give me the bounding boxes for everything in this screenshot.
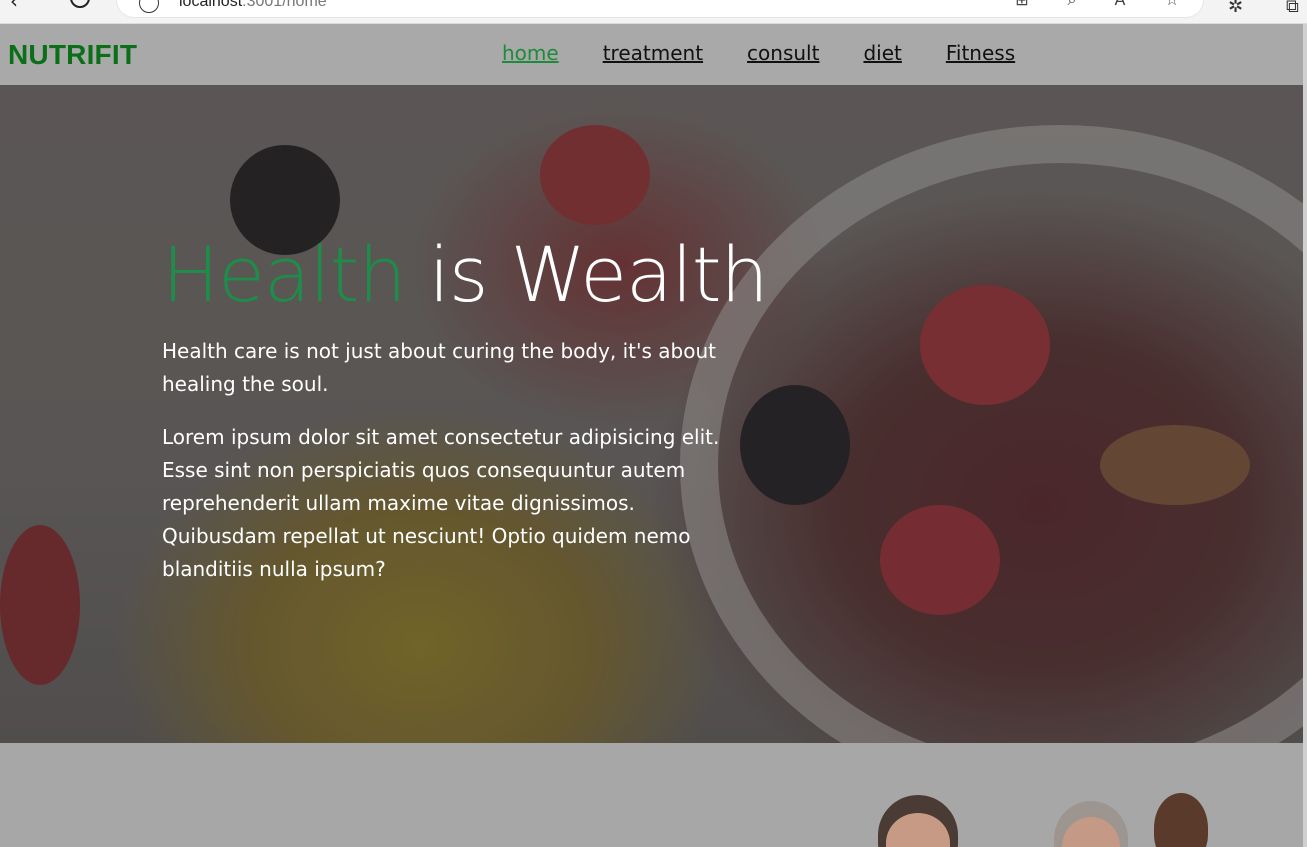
read-aloud-icon[interactable]: A — [1111, 0, 1129, 9]
nav-link-home[interactable]: home — [502, 41, 559, 65]
back-arrow-icon[interactable]: ‹ — [10, 0, 28, 11]
main-nav: home treatment consult diet Fitness — [502, 41, 1015, 65]
hero-title: Health is Wealth — [162, 227, 769, 323]
address-bar[interactable]: localhost:3001/home ⊞ ⌕ A ☆ — [116, 0, 1204, 18]
url-host: localhost — [179, 0, 243, 10]
hero-title-accent: Health — [162, 230, 407, 319]
favorite-star-icon[interactable]: ☆ — [1163, 0, 1181, 9]
brand-logo[interactable]: NUTRIFIT — [8, 39, 137, 71]
site-navbar: NUTRIFIT home treatment consult diet Fit… — [0, 24, 1307, 85]
nav-link-consult[interactable]: consult — [747, 41, 819, 65]
reload-icon[interactable] — [70, 0, 90, 8]
hero-title-rest: is Wealth — [405, 230, 769, 319]
hero-section: Health is Wealth Health care is not just… — [0, 85, 1307, 743]
hero-description: Lorem ipsum dolor sit amet consectetur a… — [162, 425, 720, 581]
extensions-icon[interactable]: ✲ — [1228, 0, 1248, 17]
page-scrollbar[interactable] — [1303, 24, 1307, 847]
team-section — [0, 743, 1307, 847]
url-path: :3001/home — [242, 0, 327, 10]
doctor-avatar — [1154, 793, 1208, 847]
nav-link-treatment[interactable]: treatment — [603, 41, 703, 65]
browser-toolbar: ‹ localhost:3001/home ⊞ ⌕ A ☆ ✲ ⧉ — [0, 0, 1307, 24]
nav-link-diet[interactable]: diet — [863, 41, 901, 65]
split-screen-icon[interactable]: ⧉ — [1286, 0, 1306, 17]
app-icon[interactable]: ⊞ — [1013, 0, 1031, 9]
site-info-icon[interactable] — [139, 0, 159, 13]
hero-content: Health is Wealth Health care is not just… — [162, 227, 769, 586]
hero-subtitle: Health care is not just about curing the… — [162, 339, 717, 396]
zoom-icon[interactable]: ⌕ — [1063, 0, 1081, 9]
address-url[interactable]: localhost:3001/home — [179, 0, 327, 11]
nav-link-fitness[interactable]: Fitness — [946, 41, 1015, 65]
